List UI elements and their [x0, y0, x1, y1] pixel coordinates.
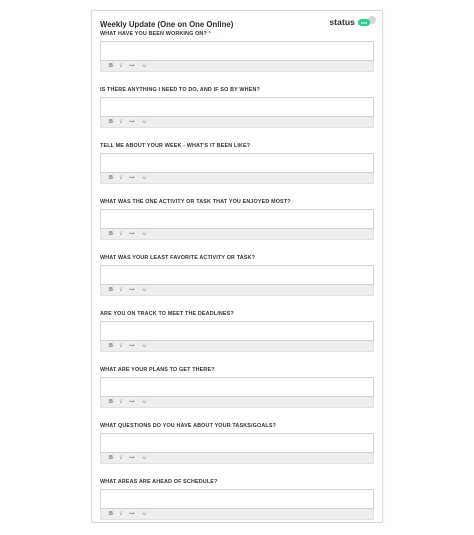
emoji-icon[interactable]: ☺: [141, 231, 147, 237]
form-field: WHAT WAS THE ONE ACTIVITY OR TASK THAT Y…: [100, 199, 374, 240]
answer-textarea[interactable]: [100, 377, 374, 397]
field-label: WHAT WAS THE ONE ACTIVITY OR TASK THAT Y…: [100, 199, 374, 206]
bold-icon[interactable]: B: [109, 63, 113, 69]
field-label-text: WHAT AREAS ARE AHEAD OF SCHEDULE?: [100, 479, 218, 485]
formatting-toolbar: B I ⊶ ☺: [100, 285, 374, 296]
italic-icon[interactable]: I: [120, 231, 122, 237]
field-label-text: WHAT WAS YOUR LEAST FAVORITE ACTIVITY OR…: [100, 255, 256, 261]
link-icon[interactable]: ⊶: [129, 119, 135, 125]
form-field: WHAT QUESTIONS DO YOU HAVE ABOUT YOUR TA…: [100, 423, 374, 464]
answer-textarea[interactable]: [100, 321, 374, 341]
field-label-text: WHAT HAVE YOU BEEN WORKING ON?: [100, 31, 207, 37]
form-card: Weekly Update (One on One Online) status…: [91, 10, 383, 523]
bold-icon[interactable]: B: [109, 287, 113, 293]
field-label-text: WHAT WAS THE ONE ACTIVITY OR TASK THAT Y…: [100, 199, 291, 205]
italic-icon[interactable]: I: [120, 119, 122, 125]
italic-icon[interactable]: I: [120, 175, 122, 181]
emoji-icon[interactable]: ☺: [141, 455, 147, 461]
italic-icon[interactable]: I: [120, 287, 122, 293]
italic-icon[interactable]: I: [120, 455, 122, 461]
form-field: WHAT ARE YOUR PLANS TO GET THERE? B I ⊶ ☺: [100, 367, 374, 408]
formatting-toolbar: B I ⊶ ☺: [100, 341, 374, 352]
answer-textarea[interactable]: [100, 489, 374, 509]
formatting-toolbar: B I ⊶ ☺: [100, 509, 374, 520]
emoji-icon[interactable]: ☺: [141, 399, 147, 405]
formatting-toolbar: B I ⊶ ☺: [100, 173, 374, 184]
formatting-toolbar: B I ⊶ ☺: [100, 453, 374, 464]
answer-textarea[interactable]: [100, 41, 374, 61]
answer-textarea[interactable]: [100, 265, 374, 285]
field-label: WHAT AREAS ARE AHEAD OF SCHEDULE?: [100, 479, 374, 486]
form-title: Weekly Update (One on One Online): [100, 20, 234, 29]
link-icon[interactable]: ⊶: [129, 287, 135, 293]
field-label: ARE YOU ON TRACK TO MEET THE DEADLINES?: [100, 311, 374, 318]
bold-icon[interactable]: B: [109, 119, 113, 125]
link-icon[interactable]: ⊶: [129, 455, 135, 461]
emoji-icon[interactable]: ☺: [141, 511, 147, 517]
link-icon[interactable]: ⊶: [129, 231, 135, 237]
field-label: WHAT QUESTIONS DO YOU HAVE ABOUT YOUR TA…: [100, 423, 374, 430]
link-icon[interactable]: ⊶: [129, 343, 135, 349]
formatting-toolbar: B I ⊶ ☺: [100, 117, 374, 128]
italic-icon[interactable]: I: [120, 343, 122, 349]
emoji-icon[interactable]: ☺: [141, 119, 147, 125]
form-field: IS THERE ANYTHING I NEED TO DO, AND IF S…: [100, 87, 374, 128]
link-icon[interactable]: ⊶: [129, 63, 135, 69]
bold-icon[interactable]: B: [109, 511, 113, 517]
form-field: ARE YOU ON TRACK TO MEET THE DEADLINES? B…: [100, 311, 374, 352]
field-label: IS THERE ANYTHING I NEED TO DO, AND IF S…: [100, 87, 374, 94]
emoji-icon[interactable]: ☺: [141, 343, 147, 349]
answer-textarea[interactable]: [100, 153, 374, 173]
bold-icon[interactable]: B: [109, 399, 113, 405]
bold-icon[interactable]: B: [109, 231, 113, 237]
field-label-text: WHAT QUESTIONS DO YOU HAVE ABOUT YOUR TA…: [100, 423, 277, 429]
link-icon[interactable]: ⊶: [129, 511, 135, 517]
answer-textarea[interactable]: [100, 209, 374, 229]
italic-icon[interactable]: I: [120, 399, 122, 405]
field-label-text: IS THERE ANYTHING I NEED TO DO, AND IF S…: [100, 87, 260, 93]
brand-logo: status net: [329, 17, 370, 27]
answer-textarea[interactable]: [100, 433, 374, 453]
form-field: WHAT AREAS ARE AHEAD OF SCHEDULE? B I ⊶ ☺: [100, 479, 374, 520]
form-field: WHAT HAVE YOU BEEN WORKING ON? * B I ⊶ ☺: [100, 31, 374, 72]
bold-icon[interactable]: B: [109, 455, 113, 461]
field-label: WHAT ARE YOUR PLANS TO GET THERE?: [100, 367, 374, 374]
brand-wordmark: status: [329, 17, 355, 27]
answer-textarea[interactable]: [100, 97, 374, 117]
bold-icon[interactable]: B: [109, 175, 113, 181]
link-icon[interactable]: ⊶: [129, 175, 135, 181]
formatting-toolbar: B I ⊶ ☺: [100, 61, 374, 72]
field-label-text: ARE YOU ON TRACK TO MEET THE DEADLINES?: [100, 311, 234, 317]
emoji-icon[interactable]: ☺: [141, 175, 147, 181]
italic-icon[interactable]: I: [120, 63, 122, 69]
formatting-toolbar: B I ⊶ ☺: [100, 229, 374, 240]
field-label-text: WHAT ARE YOUR PLANS TO GET THERE?: [100, 367, 215, 373]
field-label: WHAT HAVE YOU BEEN WORKING ON? *: [100, 31, 374, 38]
brand-badge: net: [358, 18, 370, 26]
field-label: TELL ME ABOUT YOUR WEEK - WHAT'S IT BEEN…: [100, 143, 374, 150]
bold-icon[interactable]: B: [109, 343, 113, 349]
link-icon[interactable]: ⊶: [129, 399, 135, 405]
emoji-icon[interactable]: ☺: [141, 287, 147, 293]
emoji-icon[interactable]: ☺: [141, 63, 147, 69]
formatting-toolbar: B I ⊶ ☺: [100, 397, 374, 408]
required-asterisk: *: [208, 31, 211, 37]
field-label-text: TELL ME ABOUT YOUR WEEK - WHAT'S IT BEEN…: [100, 143, 251, 149]
field-label: WHAT WAS YOUR LEAST FAVORITE ACTIVITY OR…: [100, 255, 374, 262]
form-field: TELL ME ABOUT YOUR WEEK - WHAT'S IT BEEN…: [100, 143, 374, 184]
form-field: WHAT WAS YOUR LEAST FAVORITE ACTIVITY OR…: [100, 255, 374, 296]
italic-icon[interactable]: I: [120, 511, 122, 517]
